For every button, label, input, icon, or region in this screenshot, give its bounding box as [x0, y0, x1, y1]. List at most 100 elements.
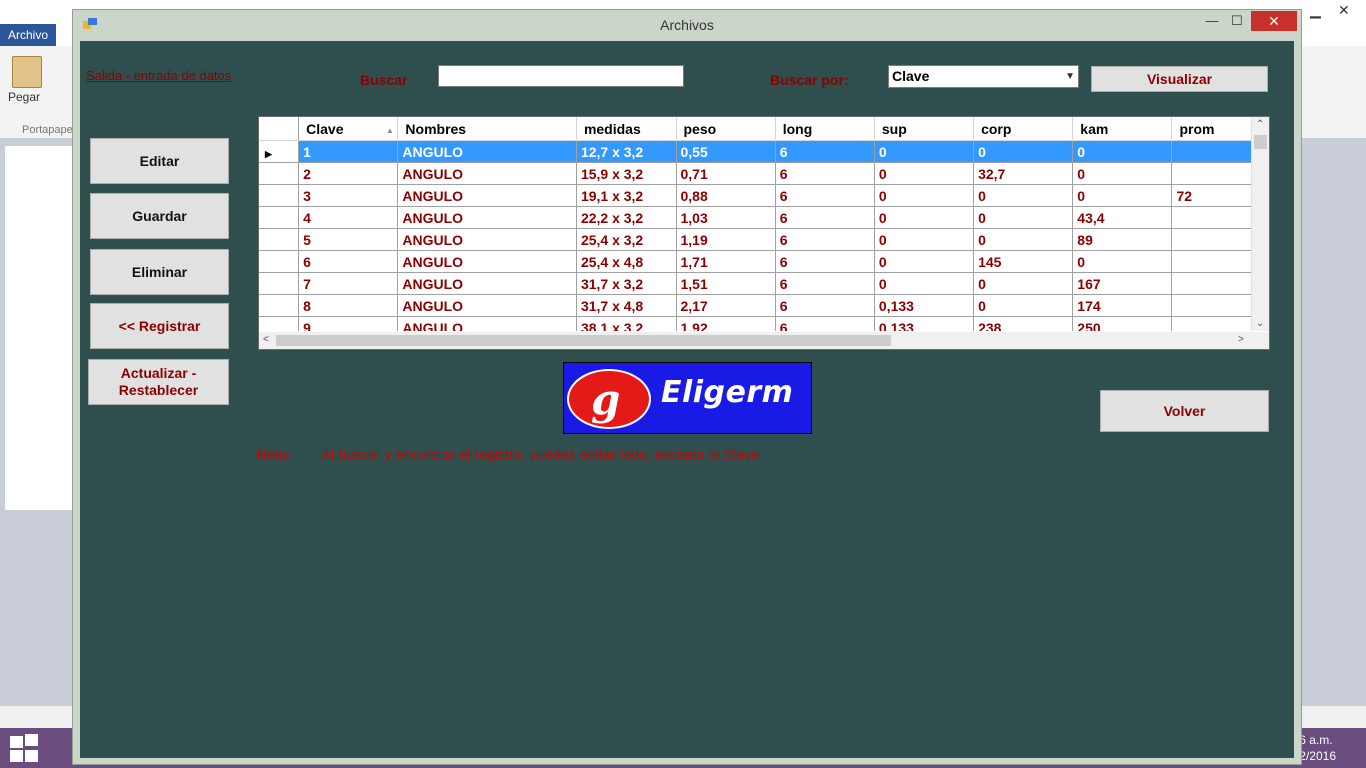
guardar-button[interactable]: Guardar — [90, 193, 229, 239]
title-bar[interactable]: Archivos — ☐ ✕ — [73, 10, 1301, 40]
search-input[interactable] — [438, 65, 684, 87]
visualizar-button[interactable]: Visualizar — [1091, 66, 1268, 92]
table-cell[interactable]: 72 — [1171, 184, 1252, 207]
table-cell[interactable]: 8 — [298, 294, 399, 317]
table-row[interactable]: 7 ANGULO 31,7 x 3,2 1,51 6 0 0 167 — [259, 272, 1252, 295]
table-cell[interactable]: 6 — [775, 162, 875, 185]
table-cell[interactable]: 0 — [874, 250, 975, 273]
table-cell[interactable]: 0,133 — [874, 316, 975, 331]
table-cell[interactable]: 4 — [298, 206, 399, 229]
minimize-icon[interactable]: ▁ — [1310, 2, 1321, 19]
table-cell[interactable]: 0 — [1072, 250, 1173, 273]
table-row[interactable]: 4 ANGULO 22,2 x 3,2 1,03 6 0 0 43,4 — [259, 206, 1252, 229]
table-cell[interactable]: 31,7 x 4,8 — [576, 294, 677, 317]
table-cell[interactable]: ANGULO — [397, 140, 577, 163]
vertical-scroll-thumb[interactable] — [1254, 135, 1267, 149]
table-cell[interactable]: ANGULO — [397, 250, 577, 273]
minimize-button[interactable]: — — [1201, 10, 1223, 32]
scroll-left-icon[interactable]: < — [263, 334, 269, 345]
table-cell[interactable]: 2 — [298, 162, 399, 185]
table-cell[interactable] — [1171, 162, 1252, 185]
close-icon[interactable]: ✕ — [1338, 2, 1350, 19]
table-cell[interactable]: 6 — [775, 228, 875, 251]
table-row[interactable]: 6 ANGULO 25,4 x 4,8 1,71 6 0 145 0 — [259, 250, 1252, 273]
table-cell[interactable]: 6 — [298, 250, 399, 273]
table-cell[interactable]: 3 — [298, 184, 399, 207]
table-cell[interactable]: 5 — [298, 228, 399, 251]
row-header[interactable] — [259, 250, 300, 273]
data-grid[interactable]: Clave Nombres medidas peso long sup corp… — [258, 116, 1270, 350]
table-cell[interactable]: ANGULO — [397, 228, 577, 251]
table-cell[interactable]: 1 — [298, 140, 399, 163]
close-button[interactable]: ✕ — [1251, 11, 1297, 31]
row-header[interactable] — [259, 316, 300, 331]
column-header[interactable]: corp — [973, 117, 1074, 141]
table-cell[interactable] — [1171, 228, 1252, 251]
table-cell[interactable]: 1,19 — [676, 228, 776, 251]
table-cell[interactable]: 0 — [1072, 140, 1173, 163]
table-cell[interactable]: 6 — [775, 250, 875, 273]
row-header[interactable] — [259, 206, 300, 229]
table-cell[interactable]: 1,51 — [676, 272, 776, 295]
table-cell[interactable]: ANGULO — [397, 184, 577, 207]
table-cell[interactable]: 0 — [973, 272, 1074, 295]
table-cell[interactable]: 0 — [973, 184, 1074, 207]
column-header[interactable]: peso — [676, 117, 776, 141]
table-cell[interactable]: 0 — [874, 140, 975, 163]
table-cell[interactable]: 6 — [775, 294, 875, 317]
eliminar-button[interactable]: Eliminar — [90, 249, 229, 295]
table-cell[interactable] — [1171, 250, 1252, 273]
table-cell[interactable]: 0 — [973, 294, 1074, 317]
table-cell[interactable]: 0 — [874, 184, 975, 207]
table-cell[interactable]: 0 — [973, 228, 1074, 251]
table-cell[interactable]: 6 — [775, 140, 875, 163]
table-cell[interactable]: 7 — [298, 272, 399, 295]
scroll-right-icon[interactable]: > — [1238, 334, 1244, 345]
tab-archivo[interactable]: Archivo — [0, 24, 56, 46]
row-header[interactable] — [259, 294, 300, 317]
table-cell[interactable] — [1171, 316, 1252, 331]
table-cell[interactable]: 31,7 x 3,2 — [576, 272, 677, 295]
table-row[interactable]: 8 ANGULO 31,7 x 4,8 2,17 6 0,133 0 174 — [259, 294, 1252, 317]
table-row[interactable]: 9 ANGULO 38,1 x 3,2 1,92 6 0,133 238 250 — [259, 316, 1252, 331]
row-header[interactable] — [259, 162, 300, 185]
table-cell[interactable]: 0 — [874, 228, 975, 251]
table-cell[interactable]: 0,88 — [676, 184, 776, 207]
table-cell[interactable]: 1,71 — [676, 250, 776, 273]
table-cell[interactable]: 174 — [1072, 294, 1173, 317]
table-cell[interactable]: 0 — [973, 206, 1074, 229]
actualizar-restablecer-button[interactable]: Actualizar - Restablecer — [88, 359, 229, 405]
vertical-scrollbar[interactable]: ⌃ ⌄ — [1251, 117, 1269, 331]
table-cell[interactable]: 25,4 x 4,8 — [576, 250, 677, 273]
table-row[interactable]: 2 ANGULO 15,9 x 3,2 0,71 6 0 32,7 0 — [259, 162, 1252, 185]
row-header[interactable] — [259, 184, 300, 207]
table-cell[interactable]: 25,4 x 3,2 — [576, 228, 677, 251]
column-header[interactable]: long — [775, 117, 875, 141]
volver-button[interactable]: Volver — [1100, 390, 1269, 432]
table-cell[interactable]: 0 — [1072, 184, 1173, 207]
table-cell[interactable]: 6 — [775, 206, 875, 229]
table-cell[interactable]: 1,03 — [676, 206, 776, 229]
table-cell[interactable]: 0,133 — [874, 294, 975, 317]
table-cell[interactable]: 1,92 — [676, 316, 776, 331]
column-header[interactable]: Clave — [298, 117, 399, 141]
row-header[interactable] — [259, 228, 300, 251]
table-cell[interactable]: 19,1 x 3,2 — [576, 184, 677, 207]
table-cell[interactable]: 145 — [973, 250, 1074, 273]
table-cell[interactable]: 6 — [775, 272, 875, 295]
table-row[interactable]: ▶ 1 ANGULO 12,7 x 3,2 0,55 6 0 0 0 — [259, 140, 1252, 163]
table-cell[interactable]: 0,55 — [676, 140, 776, 163]
row-header[interactable] — [259, 272, 300, 295]
column-header[interactable]: prom — [1171, 117, 1252, 141]
registrar-button[interactable]: << Registrar — [90, 303, 229, 349]
windows-start-icon[interactable] — [10, 734, 40, 762]
table-cell[interactable]: 22,2 x 3,2 — [576, 206, 677, 229]
table-cell[interactable]: ANGULO — [397, 206, 577, 229]
scroll-down-icon[interactable]: ⌄ — [1256, 318, 1264, 329]
table-cell[interactable] — [1171, 294, 1252, 317]
table-cell[interactable]: 250 — [1072, 316, 1173, 331]
column-header[interactable]: sup — [874, 117, 975, 141]
column-header[interactable]: medidas — [576, 117, 677, 141]
table-cell[interactable]: 32,7 — [973, 162, 1074, 185]
table-cell[interactable] — [1171, 206, 1252, 229]
